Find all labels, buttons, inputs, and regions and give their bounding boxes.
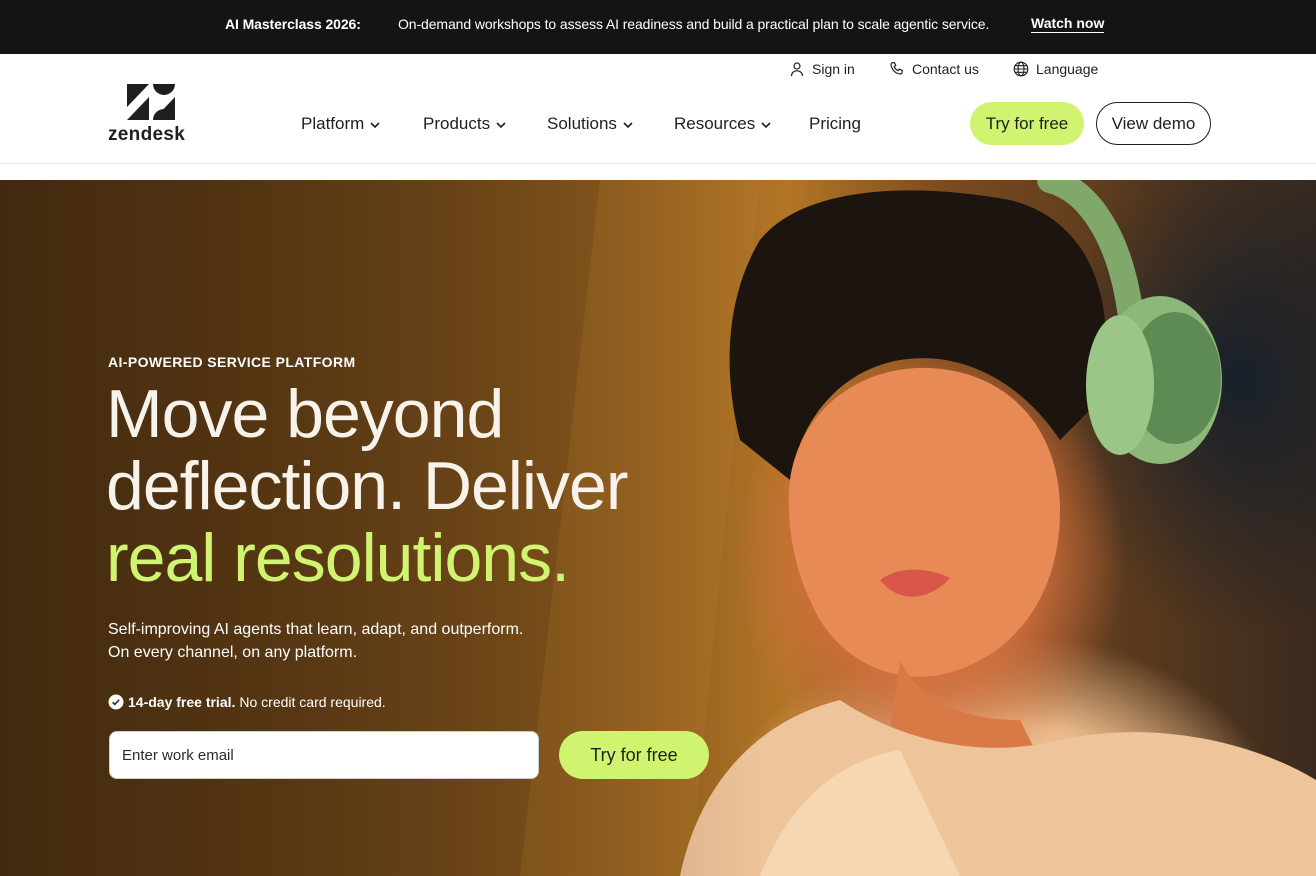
work-email-input[interactable] — [109, 731, 539, 779]
chevron-down-icon — [370, 121, 380, 128]
subheading-line-2: On every channel, on any platform. — [108, 644, 358, 661]
site-header: Sign in Contact us Language zendesk Plat… — [0, 54, 1316, 164]
phone-icon — [890, 61, 903, 75]
hero-eyebrow: AI-POWERED SERVICE PLATFORM — [108, 354, 356, 370]
globe-icon — [1013, 61, 1029, 77]
nav-pricing-label: Pricing — [809, 114, 861, 133]
watch-now-link[interactable]: Watch now — [1031, 15, 1105, 33]
language-label: Language — [1036, 61, 1099, 77]
subheading-line-1: Self-improving AI agents that learn, ada… — [108, 621, 524, 638]
zendesk-logo-mark — [127, 84, 175, 120]
hero-try-for-free-button[interactable]: Try for free — [559, 731, 709, 779]
chevron-down-icon — [496, 121, 506, 128]
hero-headline: Move beyond deflection. Deliver real res… — [106, 378, 746, 594]
trial-bold: 14-day free trial. — [128, 694, 236, 710]
nav-platform[interactable]: Platform — [301, 114, 381, 134]
nav-solutions-label: Solutions — [547, 114, 617, 133]
announcement-text: On-demand workshops to assess AI readine… — [398, 16, 990, 32]
nav-products[interactable]: Products — [423, 114, 507, 134]
nav-solutions[interactable]: Solutions — [547, 114, 634, 134]
chevron-down-icon — [623, 121, 633, 128]
nav-pricing[interactable]: Pricing — [809, 114, 861, 134]
contact-us-link[interactable]: Contact us — [889, 61, 979, 77]
sign-in-link[interactable]: Sign in — [789, 61, 855, 77]
announcement-title: AI Masterclass 2026: — [225, 16, 361, 32]
zendesk-wordmark: zendesk — [108, 124, 186, 145]
view-demo-button[interactable]: View demo — [1096, 102, 1211, 145]
contact-us-label: Contact us — [912, 61, 979, 77]
hero-subheading: Self-improving AI agents that learn, ada… — [108, 618, 628, 664]
language-selector[interactable]: Language — [1013, 61, 1098, 77]
headline-line-2: deflection. Deliver — [106, 448, 628, 524]
announcement-bar: AI Masterclass 2026: On-demand workshops… — [0, 0, 1316, 54]
sign-in-label: Sign in — [812, 61, 855, 77]
nav-resources[interactable]: Resources — [674, 114, 772, 134]
headline-accent: real resolutions. — [106, 520, 570, 596]
nav-platform-label: Platform — [301, 114, 365, 133]
chevron-down-icon — [761, 121, 771, 128]
try-for-free-button[interactable]: Try for free — [970, 102, 1084, 145]
check-circle-icon — [108, 694, 124, 710]
user-icon — [790, 62, 804, 77]
zendesk-logo[interactable]: zendesk — [108, 84, 198, 146]
nav-resources-label: Resources — [674, 114, 756, 133]
hero-section: AI-POWERED SERVICE PLATFORM Move beyond … — [0, 180, 1316, 876]
headline-line-1: Move beyond — [106, 376, 504, 452]
trial-note: 14-day free trial. No credit card requir… — [108, 694, 386, 710]
nav-products-label: Products — [423, 114, 491, 133]
trial-rest: No credit card required. — [239, 694, 386, 710]
